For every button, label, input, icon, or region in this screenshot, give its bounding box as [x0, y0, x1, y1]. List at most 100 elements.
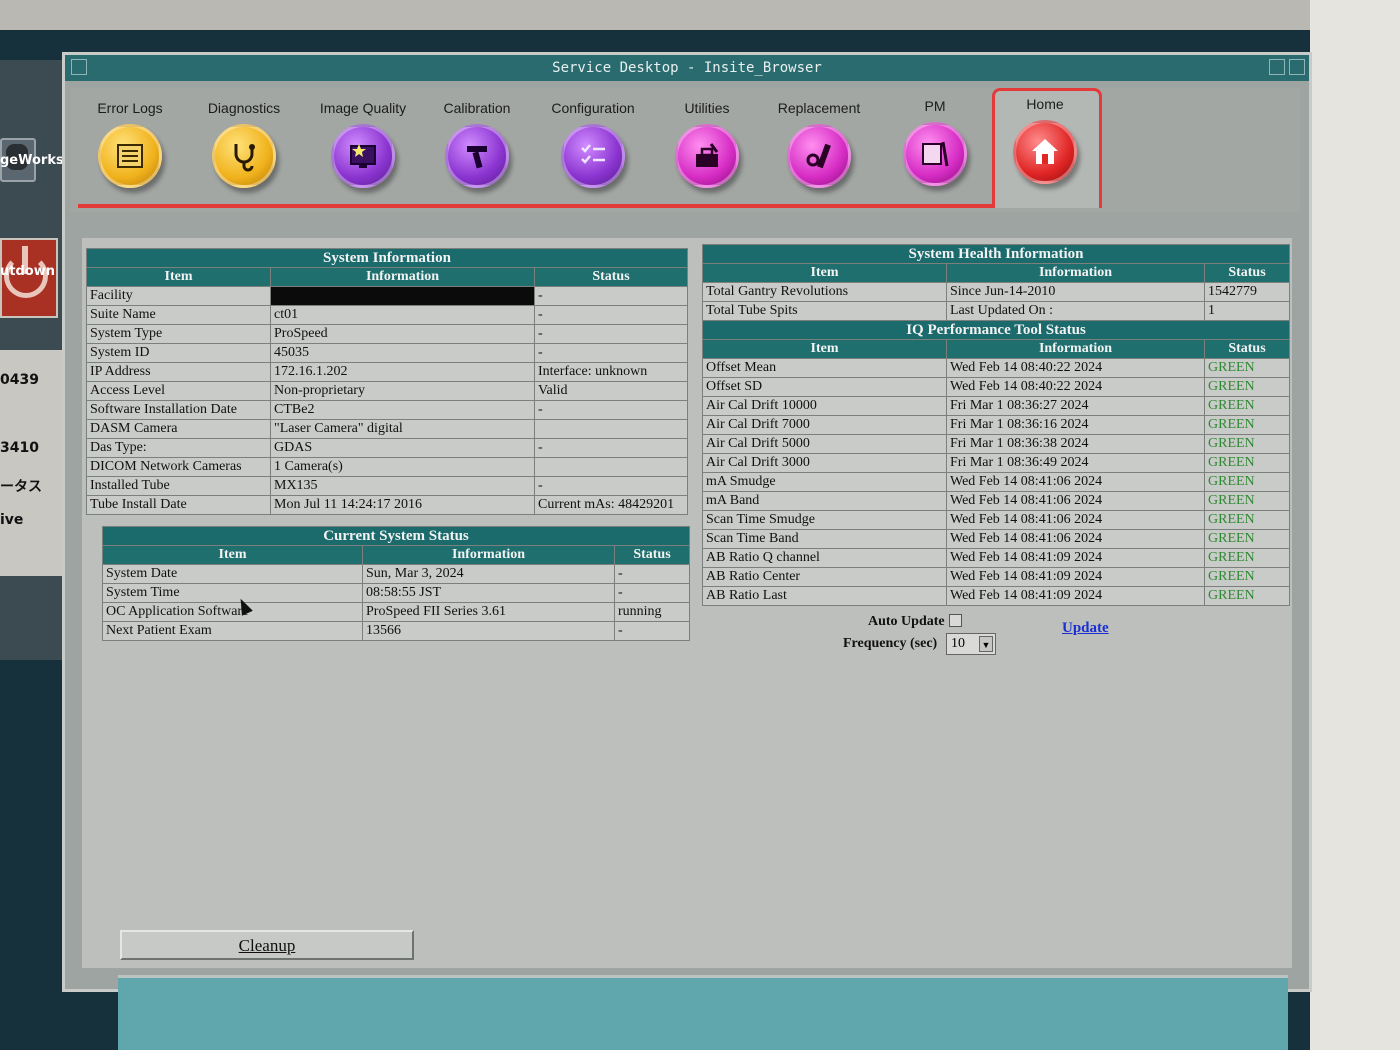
tool-pm[interactable]: PM	[880, 98, 990, 186]
column-header: Item	[86, 267, 271, 287]
cell-item: System Date	[102, 564, 363, 584]
cell-status: GREEN	[1204, 453, 1290, 473]
column-header: Information	[946, 339, 1205, 359]
table-row: Air Cal Drift 3000 Fri Mar 1 08:36:49 202…	[702, 453, 1290, 473]
table-row: OC Application Software ProSpeed FII Seri…	[102, 602, 690, 622]
auto-update-checkbox[interactable]	[948, 614, 962, 627]
window-titlebar[interactable]: Service Desktop - Insite_Browser	[65, 55, 1309, 81]
cell-status: GREEN	[1204, 548, 1290, 568]
cell-item: OC Application Software	[102, 602, 363, 622]
system-information-table: System Information Item Information Stat…	[86, 248, 688, 515]
maximize-button[interactable]	[1289, 59, 1305, 75]
tool-image-quality[interactable]: Image Quality	[308, 100, 418, 188]
cell-status: GREEN	[1204, 358, 1290, 378]
cell-info: 08:58:55 JST	[362, 583, 615, 603]
cell-item: Air Cal Drift 5000	[702, 434, 947, 454]
column-header: Item	[702, 263, 947, 283]
update-link[interactable]: Update	[1062, 620, 1109, 637]
tool-label: Diagnostics	[207, 100, 281, 116]
table-caption: IQ Performance Tool Status	[702, 320, 1290, 340]
cell-status: GREEN	[1204, 472, 1290, 492]
column-header: Status	[1204, 339, 1290, 359]
cell-item: Suite Name	[86, 305, 271, 325]
side-panel-line: 3410	[0, 440, 39, 456]
wrench-bolt-icon[interactable]	[787, 124, 851, 188]
table-row: System Date Sun, Mar 3, 2024-	[102, 564, 690, 584]
column-header: Information	[946, 263, 1205, 283]
cell-item: Total Gantry Revolutions	[702, 282, 947, 302]
cell-info: GDAS	[270, 438, 535, 458]
cleanup-button[interactable]: Cleanup	[120, 930, 414, 960]
tool-configuration[interactable]: Configuration	[538, 100, 648, 188]
stethoscope-icon[interactable]	[212, 124, 276, 188]
cell-item: System Time	[102, 583, 363, 603]
cell-status: GREEN	[1204, 510, 1290, 530]
cell-status: -	[534, 286, 688, 306]
cell-status: -	[534, 343, 688, 363]
cell-info: ProSpeed FII Series 3.61	[362, 602, 615, 622]
cell-info: Wed Feb 14 08:41:06 2024	[946, 491, 1205, 511]
table-row: IP Address 172.16.1.202 Interface: unknown	[86, 362, 688, 382]
workstation-icon[interactable]	[0, 130, 52, 210]
table-row: AB Ratio Q channel Wed Feb 14 08:41:09 20…	[702, 548, 1290, 568]
cell-info: "Laser Camera" digital	[270, 419, 535, 439]
tool-error-logs[interactable]: Error Logs	[75, 100, 185, 188]
cell-status: -	[614, 564, 690, 584]
table-row: Offset SD Wed Feb 14 08:40:22 2024 GREEN	[702, 377, 1290, 397]
checklist-icon[interactable]	[561, 124, 625, 188]
tool-home[interactable]: Home	[990, 96, 1100, 184]
chevron-down-icon[interactable]: ▼	[979, 636, 993, 652]
column-header: Information	[362, 545, 615, 565]
monitor-star-icon[interactable]	[331, 124, 395, 188]
cell-status: running	[614, 602, 690, 622]
calendar-wrench-icon[interactable]	[903, 122, 967, 186]
cell-info: Wed Feb 14 08:41:06 2024	[946, 472, 1205, 492]
column-header: Status	[614, 545, 690, 565]
column-header: Information	[270, 267, 535, 287]
table-row: Air Cal Drift 10000 Fri Mar 1 08:36:27 20…	[702, 396, 1290, 416]
table-row: Access Level Non-proprietary Valid	[86, 381, 688, 401]
table-row: mA Band Wed Feb 14 08:41:06 2024 GREEN	[702, 491, 1290, 511]
frequency-select[interactable]: 10 ▼	[946, 633, 996, 655]
table-row: Total Tube Spits Last Updated On :1	[702, 301, 1290, 321]
cell-info: 1 Camera(s)	[270, 457, 535, 477]
cell-info: Non-proprietary	[270, 381, 535, 401]
log-book-icon[interactable]	[98, 124, 162, 188]
cell-item: System ID	[86, 343, 271, 363]
cell-status: 1	[1204, 301, 1290, 321]
cell-info: 172.16.1.202	[270, 362, 535, 382]
frequency-value: 10	[951, 636, 965, 651]
caliper-icon[interactable]	[445, 124, 509, 188]
house-icon[interactable]	[1013, 120, 1077, 184]
lower-screen-area	[118, 975, 1288, 1050]
auto-update-control: Auto Update	[868, 614, 962, 630]
tool-label: Error Logs	[97, 100, 163, 116]
cell-status: GREEN	[1204, 586, 1290, 606]
table-row: DASM Camera "Laser Camera" digital	[86, 419, 688, 439]
cell-info-redacted	[270, 286, 535, 306]
table-row: Air Cal Drift 7000 Fri Mar 1 08:36:16 202…	[702, 415, 1290, 435]
frequency-label: Frequency (sec)	[843, 636, 938, 651]
cell-info: Wed Feb 14 08:41:09 2024	[946, 548, 1205, 568]
table-row: Facility -	[86, 286, 688, 306]
window-title: Service Desktop - Insite_Browser	[552, 60, 822, 76]
monitor-bezel-right	[1310, 0, 1400, 1050]
tool-utilities[interactable]: Utilities	[652, 100, 762, 188]
cell-item: Air Cal Drift 7000	[702, 415, 947, 435]
tool-calibration[interactable]: Calibration	[422, 100, 532, 188]
minimize-button[interactable]	[1269, 59, 1285, 75]
toolbox-icon[interactable]	[675, 124, 739, 188]
cell-status: Current mAs: 48429201	[534, 495, 688, 515]
cell-item: Next Patient Exam	[102, 621, 363, 641]
tool-label: Home	[1026, 96, 1064, 112]
cell-item: AB Ratio Q channel	[702, 548, 947, 568]
table-row: DICOM Network Cameras 1 Camera(s)	[86, 457, 688, 477]
tool-diagnostics[interactable]: Diagnostics	[189, 100, 299, 188]
cell-info: CTBe2	[270, 400, 535, 420]
cell-item: Scan Time Smudge	[702, 510, 947, 530]
window-menu-button[interactable]	[71, 59, 87, 75]
table-row: Software Installation Date CTBe2-	[86, 400, 688, 420]
column-header: Item	[102, 545, 363, 565]
tool-replacement[interactable]: Replacement	[764, 100, 874, 188]
cell-item: Air Cal Drift 3000	[702, 453, 947, 473]
